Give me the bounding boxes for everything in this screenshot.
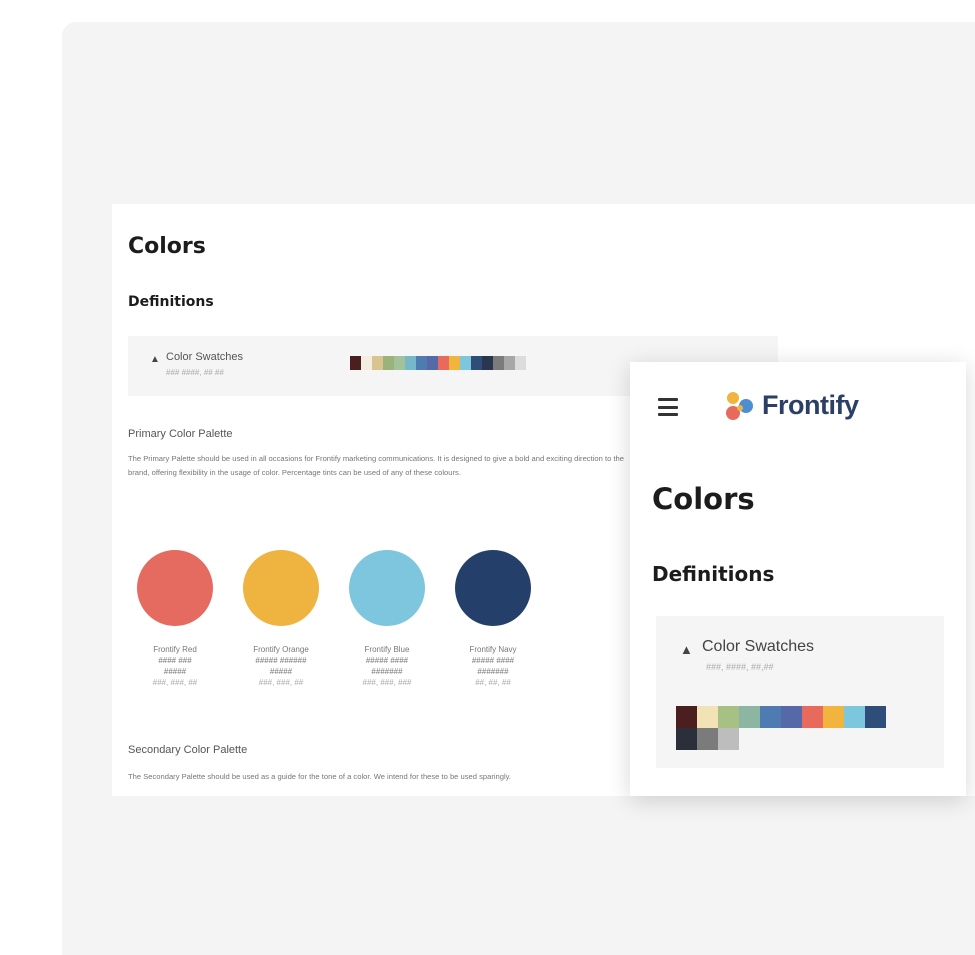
secondary-palette-text: The Secondary Palette should be used as … [128, 772, 512, 781]
swatch-chip [760, 706, 781, 728]
color-label: Frontify Orange ##### ###### ##### ###, … [231, 644, 331, 688]
swatch-chip [865, 706, 886, 728]
color-line4: ###, ###, ## [258, 678, 304, 687]
swatch-chip [844, 706, 865, 728]
color-circle-red[interactable] [137, 550, 213, 626]
swatch-strip [676, 706, 886, 728]
mobile-window: Frontify Colors Definitions ▲ Color Swat… [630, 362, 966, 796]
section-heading: Definitions [652, 562, 775, 586]
swatch-chip [416, 356, 427, 370]
swatch-chip [394, 356, 405, 370]
color-name: Frontify Red [153, 645, 197, 654]
swatch-chip [350, 356, 361, 370]
color-label: Frontify Blue ##### #### ####### ###, ##… [337, 644, 437, 688]
menu-icon[interactable] [658, 398, 678, 416]
swatch-chip [676, 706, 697, 728]
swatch-chip [449, 356, 460, 370]
swatch-block-subtitle: ###, ####, ##,## [706, 662, 774, 672]
secondary-palette-title: Secondary Color Palette [128, 744, 248, 756]
color-line2: #### ### [158, 656, 192, 665]
swatch-chip [697, 728, 718, 750]
color-line3: ####### [371, 667, 403, 676]
swatch-chip [515, 356, 526, 370]
brand-name: Frontify [762, 390, 859, 420]
page-title: Colors [652, 482, 755, 516]
swatch-chip [460, 356, 471, 370]
color-line2: ##### #### [365, 656, 409, 665]
color-line2: ##### ###### [255, 656, 307, 665]
color-name: Frontify Blue [364, 645, 410, 654]
color-circle-blue[interactable] [349, 550, 425, 626]
swatch-block-title: Color Swatches [166, 351, 244, 363]
swatch-chip [718, 728, 739, 750]
color-line4: ##, ##, ## [475, 678, 511, 687]
swatch-chip [427, 356, 438, 370]
swatch-chip [471, 356, 482, 370]
swatch-block-title: Color Swatches [702, 638, 815, 655]
color-line4: ###, ###, ### [362, 678, 412, 687]
color-line3: ##### [163, 667, 187, 676]
color-swatches-block[interactable]: ▲ Color Swatches ###, ####, ##,## [656, 616, 944, 768]
page-title: Colors [128, 234, 206, 259]
color-line3: ##### [269, 667, 293, 676]
color-name: Frontify Orange [253, 645, 309, 654]
swatch-block-subtitle: ### ####, ## ## [166, 368, 224, 377]
color-name: Frontify Navy [469, 645, 517, 654]
swatch-chip [504, 356, 515, 370]
primary-palette-text: The Primary Palette should be used in al… [128, 454, 624, 477]
swatch-chip [823, 706, 844, 728]
swatch-chip [718, 706, 739, 728]
color-circle-navy[interactable] [455, 550, 531, 626]
swatch-chip [405, 356, 416, 370]
swatch-chip [802, 706, 823, 728]
frontify-logo-icon [726, 392, 753, 420]
color-line3: ####### [477, 667, 509, 676]
color-line4: ###, ###, ## [152, 678, 198, 687]
swatch-strip [350, 356, 526, 370]
swatch-chip [372, 356, 383, 370]
swatch-chip [482, 356, 493, 370]
color-circle-orange[interactable] [243, 550, 319, 626]
color-label: Frontify Red #### ### ##### ###, ###, ## [125, 644, 225, 688]
section-heading: Definitions [128, 294, 214, 310]
color-line2: ##### #### [471, 656, 515, 665]
primary-palette-title: Primary Color Palette [128, 428, 233, 440]
swatch-strip-row2 [676, 728, 739, 750]
color-label: Frontify Navy ##### #### ####### ##, ##,… [443, 644, 543, 688]
swatch-chip [383, 356, 394, 370]
swatch-chip [493, 356, 504, 370]
swatch-chip [361, 356, 372, 370]
download-icon[interactable]: ▲ [680, 642, 693, 657]
download-icon[interactable]: ▲ [150, 354, 160, 365]
swatch-chip [739, 706, 760, 728]
swatch-chip [438, 356, 449, 370]
swatch-chip [676, 728, 697, 750]
swatch-chip [781, 706, 802, 728]
swatch-chip [697, 706, 718, 728]
